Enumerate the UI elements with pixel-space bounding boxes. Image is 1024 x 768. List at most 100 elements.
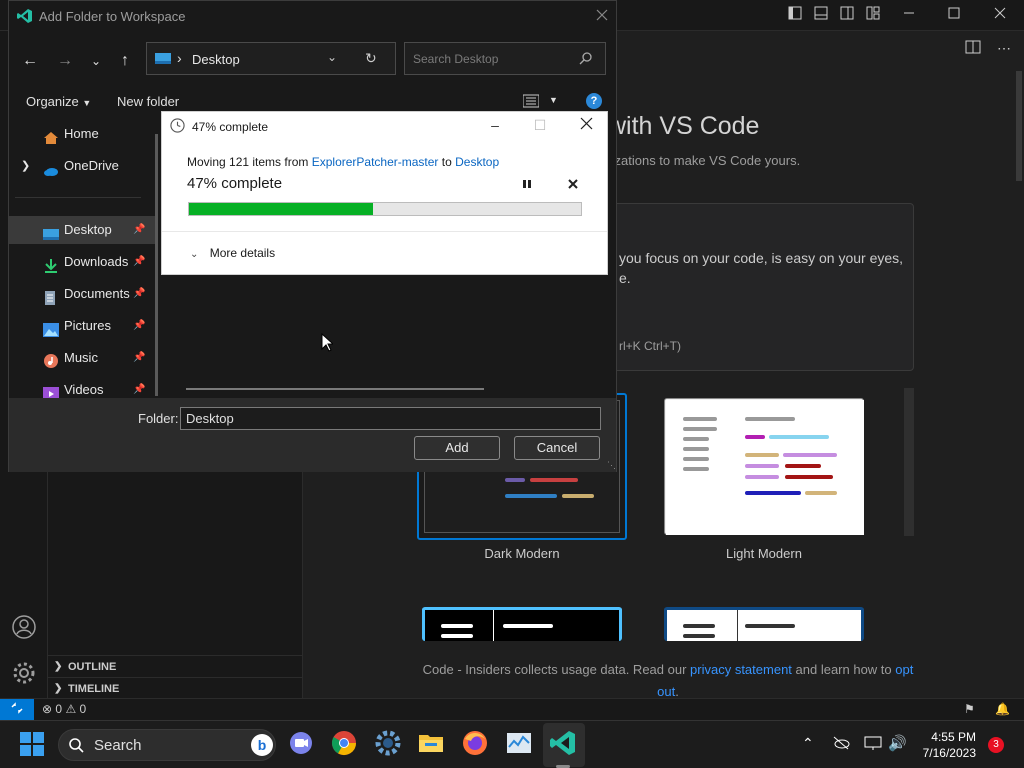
- up-arrow-icon[interactable]: ↑: [114, 50, 136, 72]
- light-preview: [666, 400, 864, 535]
- view-dropdown-icon[interactable]: ▼: [549, 95, 558, 105]
- more-details-toggle[interactable]: ⌄ More details: [190, 246, 275, 260]
- nav-item-onedrive[interactable]: ❯ OneDrive: [9, 152, 155, 180]
- live-share-icon[interactable]: ⚑: [964, 702, 975, 716]
- nav-label: Home: [64, 126, 99, 141]
- new-folder-button[interactable]: New folder: [117, 94, 179, 109]
- progress-dialog-title: 47% complete: [192, 120, 269, 134]
- bing-icon[interactable]: b: [251, 734, 273, 756]
- nav-item-downloads[interactable]: Downloads 📌: [9, 248, 155, 276]
- warning-count: 0: [79, 702, 87, 716]
- clock-time: 4:55 PM: [931, 730, 976, 744]
- add-button[interactable]: Add: [414, 436, 500, 460]
- theme-light-modern[interactable]: [664, 398, 864, 535]
- cancel-operation-icon[interactable]: [567, 177, 579, 195]
- help-icon[interactable]: ?: [586, 93, 602, 109]
- notifications-bell-icon[interactable]: 🔔: [995, 702, 1010, 716]
- customize-layout-icon[interactable]: [864, 6, 882, 24]
- navpane-scrollbar[interactable]: [155, 134, 158, 396]
- address-dropdown-icon[interactable]: ⌄: [327, 50, 337, 64]
- source-folder-link[interactable]: ExplorerPatcher-master: [312, 155, 439, 169]
- forward-arrow-icon[interactable]: →: [54, 50, 76, 72]
- scrollbar-thumb[interactable]: [1016, 71, 1022, 181]
- theme-light-high-contrast[interactable]: [664, 607, 864, 641]
- chevron-right-icon: ❯: [54, 683, 63, 694]
- onedrive-offline-icon[interactable]: [832, 735, 850, 756]
- minimize-icon[interactable]: –: [485, 117, 505, 135]
- folder-name-input[interactable]: Desktop: [180, 407, 601, 430]
- remote-indicator[interactable]: [0, 699, 34, 721]
- timeline-section[interactable]: ❯ TIMELINE: [48, 677, 303, 699]
- address-bar[interactable]: › Desktop ⌄ ↻: [146, 42, 396, 75]
- nav-item-music[interactable]: Music 📌: [9, 344, 155, 372]
- to-word: to: [438, 155, 456, 169]
- display-icon[interactable]: [864, 735, 882, 756]
- nav-item-documents[interactable]: Documents 📌: [9, 280, 155, 308]
- toggle-secondary-sidebar-icon[interactable]: [838, 6, 856, 24]
- pin-icon: 📌: [133, 256, 146, 267]
- resize-grip-icon[interactable]: ⋱: [607, 460, 616, 471]
- nav-item-home[interactable]: Home: [9, 120, 155, 148]
- theme-dark-high-contrast[interactable]: [422, 607, 622, 641]
- nav-item-desktop[interactable]: Desktop 📌: [9, 216, 155, 244]
- outline-section[interactable]: ❯ OUTLINE: [48, 655, 303, 677]
- task-manager-icon[interactable]: [505, 729, 537, 761]
- desktop-icon: [155, 52, 171, 70]
- pause-icon[interactable]: [521, 177, 533, 195]
- windows-taskbar: Search b ⌃ 🔊 4:55 PM 7/16/2023 3: [0, 720, 1024, 768]
- search-field[interactable]: Search Desktop: [404, 42, 606, 75]
- minimize-icon[interactable]: [900, 6, 918, 24]
- dialog-close-icon[interactable]: [595, 8, 609, 25]
- nav-label: OneDrive: [64, 158, 119, 173]
- remote-icon: [11, 702, 23, 714]
- content-scrollbar[interactable]: [186, 388, 484, 390]
- destination-folder-link[interactable]: Desktop: [455, 155, 499, 169]
- start-button-windows-icon[interactable]: [17, 729, 49, 761]
- volume-icon[interactable]: 🔊: [888, 734, 907, 752]
- address-text: Desktop: [192, 52, 240, 67]
- notification-badge[interactable]: 3: [988, 737, 1004, 753]
- manage-gear-icon[interactable]: [12, 661, 36, 690]
- vscode-insiders-icon[interactable]: [549, 729, 581, 761]
- pin-icon: 📌: [133, 384, 146, 395]
- system-clock[interactable]: 4:55 PM 7/16/2023: [923, 729, 976, 761]
- theme-walkthrough-card[interactable]: you focus on your code, is easy on your …: [596, 203, 914, 371]
- dialog-footer: Folder: Desktop Add Cancel ⋱: [9, 398, 616, 472]
- search-icon: [579, 51, 593, 70]
- nav-item-videos[interactable]: Videos 📌: [9, 376, 155, 399]
- progress-bar-fill: [189, 203, 374, 215]
- file-explorer-icon[interactable]: [417, 729, 449, 761]
- show-hidden-icons-chevron-icon[interactable]: ⌃: [802, 735, 814, 752]
- close-icon[interactable]: [991, 6, 1009, 24]
- maximize-icon[interactable]: [945, 6, 963, 24]
- privacy-statement-link[interactable]: privacy statement: [690, 662, 792, 677]
- expand-chevron-icon[interactable]: ❯: [21, 152, 30, 180]
- taskbar-search[interactable]: Search b: [58, 729, 276, 761]
- cancel-button[interactable]: Cancel: [514, 436, 600, 460]
- navigation-pane: Home ❯ OneDrive Desktop 📌 Downloads 📌 Do…: [9, 115, 161, 399]
- outline-label: OUTLINE: [68, 661, 117, 673]
- privacy-text-3: .: [675, 684, 679, 699]
- toggle-primary-sidebar-icon[interactable]: [786, 6, 804, 24]
- firefox-icon[interactable]: [461, 729, 493, 761]
- accounts-icon[interactable]: [12, 615, 36, 644]
- error-icon: ⊗: [42, 702, 53, 716]
- toggle-panel-icon[interactable]: [812, 6, 830, 24]
- nav-item-pictures[interactable]: Pictures 📌: [9, 312, 155, 340]
- back-arrow-icon[interactable]: ←: [19, 50, 41, 72]
- theme-scrollbar[interactable]: [904, 388, 914, 536]
- chrome-icon[interactable]: [330, 729, 362, 761]
- nav-label: Videos: [64, 382, 104, 397]
- folder-label: Folder:: [138, 411, 179, 426]
- recent-locations-chevron-icon[interactable]: ⌄: [85, 50, 107, 72]
- settings-gear-icon[interactable]: [374, 729, 406, 761]
- close-icon[interactable]: [576, 117, 596, 135]
- refresh-icon[interactable]: ↻: [365, 50, 377, 67]
- more-actions-icon[interactable]: ⋯: [997, 40, 1011, 57]
- dialog-titlebar: Add Folder to Workspace: [9, 1, 616, 32]
- view-options-icon[interactable]: [522, 94, 540, 111]
- organize-button[interactable]: Organize ▼: [26, 94, 91, 109]
- teams-chat-icon[interactable]: [287, 729, 319, 761]
- split-editor-icon[interactable]: [965, 40, 981, 59]
- problems-indicator[interactable]: ⊗ 0 ⚠ 0: [42, 702, 86, 716]
